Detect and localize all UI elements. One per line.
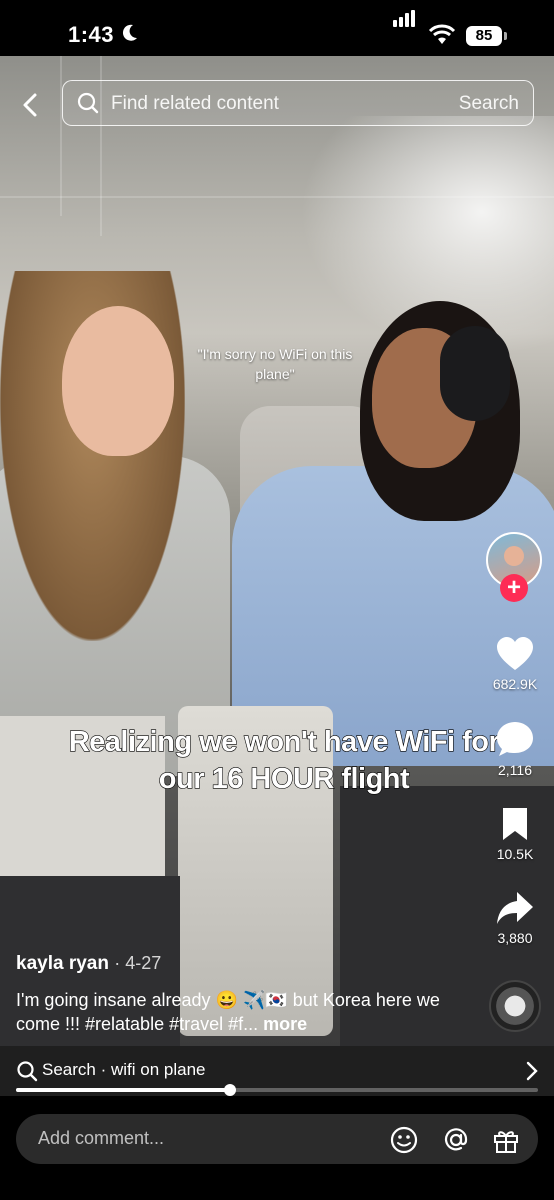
emoji-icon[interactable] <box>390 1126 418 1154</box>
share-arrow-icon <box>497 892 533 924</box>
video-caption-overlay: Realizing we won't have WiFi for our 16 … <box>68 725 500 795</box>
playback-progress-bar[interactable] <box>16 1084 538 1096</box>
status-bar: 1:43 85 <box>0 0 554 56</box>
search-placeholder: Find related content <box>111 93 279 114</box>
save-button[interactable]: 10.5K <box>484 806 546 862</box>
chevron-right-icon <box>526 1061 538 1081</box>
battery-indicator: 85 <box>466 26 502 46</box>
comment-count: 2,116 <box>498 762 532 778</box>
related-search-label: Search · wifi on plane <box>42 1060 206 1079</box>
battery-tip <box>504 32 507 40</box>
bookmark-icon <box>503 808 527 840</box>
progress-fill <box>16 1088 231 1092</box>
wifi-icon <box>428 24 456 44</box>
cabin-panel-line <box>0 196 554 198</box>
heart-icon <box>497 637 533 670</box>
save-count: 10.5K <box>496 846 534 862</box>
comment-bubble-icon <box>497 722 533 756</box>
video-quote-text: "I'm sorry no WiFi on this plane" <box>197 346 353 382</box>
share-count: 3,880 <box>497 930 533 946</box>
search-icon <box>17 1061 38 1082</box>
gift-icon[interactable] <box>492 1126 520 1154</box>
comment-button[interactable]: 2,116 <box>484 720 546 778</box>
progress-knob[interactable] <box>224 1084 237 1096</box>
post-description: I'm going insane already 😀 ✈️🇰🇷 but Kore… <box>16 988 456 1036</box>
search-input[interactable]: Find related content Search <box>62 80 534 126</box>
description-text: I'm going insane already 😀 ✈️🇰🇷 but Kore… <box>16 990 440 1034</box>
music-disc[interactable] <box>489 980 541 1032</box>
comment-area: Add comment... <box>0 1100 554 1200</box>
video-player[interactable]: "I'm sorry no WiFi on this plane" Realiz… <box>0 56 554 1046</box>
post-date-separator: · <box>114 953 126 973</box>
like-button[interactable]: 682.9K <box>484 636 546 692</box>
more-link[interactable]: more <box>263 1014 307 1034</box>
headphone <box>440 326 510 421</box>
search-button[interactable]: Search <box>459 93 519 115</box>
author-name[interactable]: kayla ryan <box>16 953 109 974</box>
like-count: 682.9K <box>492 676 538 692</box>
author-row: kayla ryan · 4-27 <box>16 953 161 975</box>
follow-plus-button[interactable]: + <box>500 574 528 602</box>
share-button[interactable]: 3,880 <box>484 890 546 946</box>
top-nav: Find related content Search <box>0 80 554 130</box>
status-time: 1:43 <box>68 22 115 47</box>
back-arrow-icon[interactable] <box>16 90 46 120</box>
person-left-face <box>62 306 174 456</box>
search-icon <box>77 92 99 114</box>
comment-placeholder: Add comment... <box>38 1128 165 1148</box>
post-date: 4-27 <box>125 953 162 973</box>
moon-icon <box>122 24 137 41</box>
comment-input[interactable]: Add comment... <box>16 1114 538 1164</box>
mention-icon[interactable] <box>442 1126 470 1154</box>
